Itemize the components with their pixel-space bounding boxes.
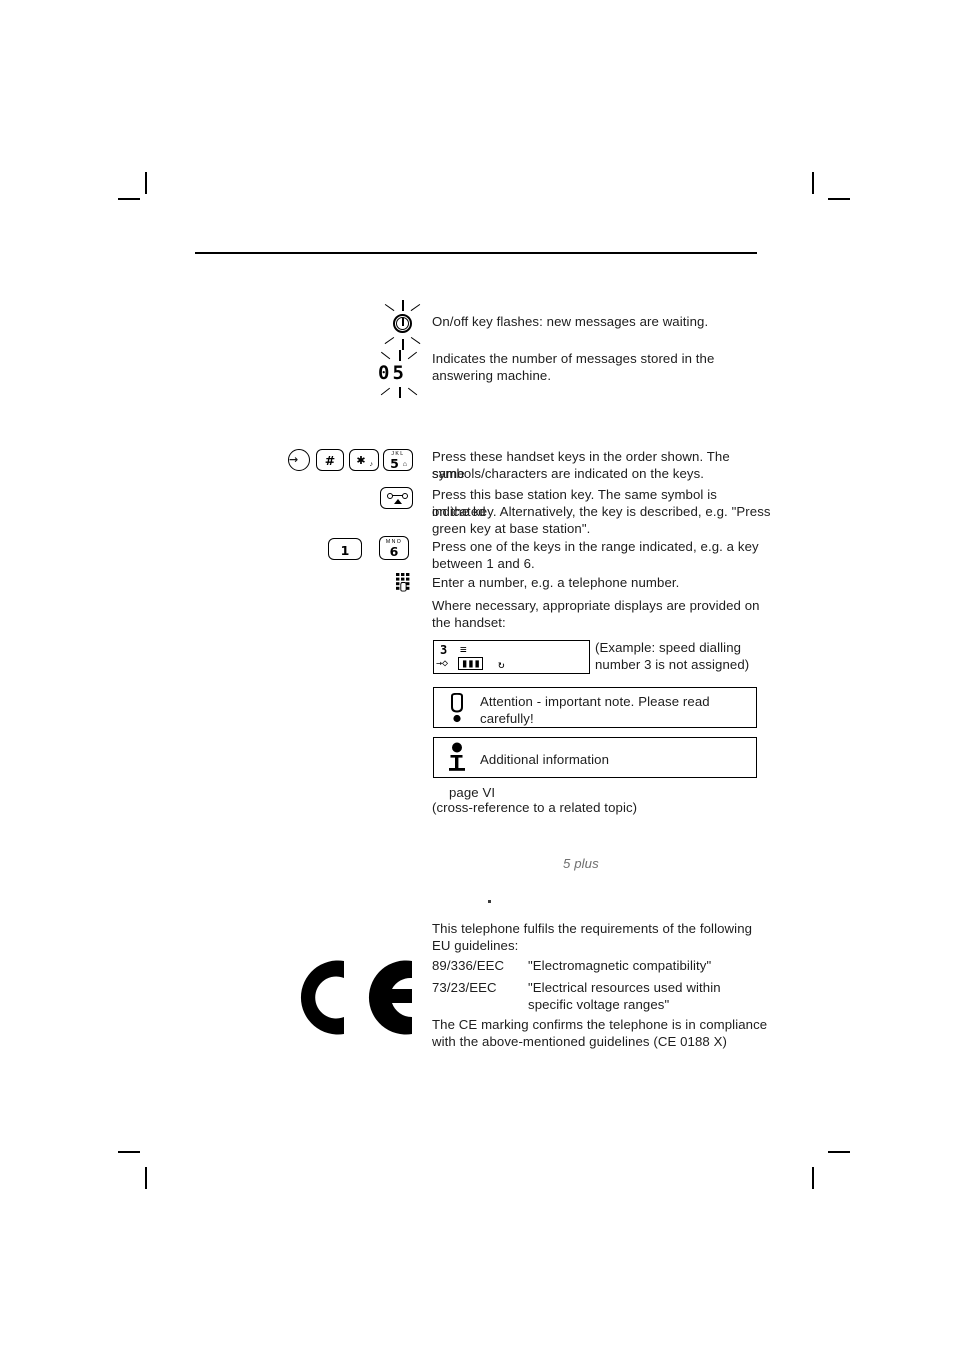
keypad-entry-icon xyxy=(395,572,415,594)
ce-guideline-1-title: "Electromagnetic compatibility" xyxy=(528,958,712,973)
flashing-message-count-icon: 05 xyxy=(375,350,427,398)
crop-mark-bottom-right-horizontal xyxy=(828,1151,850,1153)
header-rule xyxy=(195,252,757,254)
five-key-home-icon: ⌂ xyxy=(402,461,407,468)
display-intro-line-2: the handset: xyxy=(432,615,506,630)
ce-compliance-line-1: The CE marking confirms the telephone is… xyxy=(432,1017,768,1032)
crop-mark-top-left-horizontal xyxy=(118,198,140,200)
hash-key[interactable]: # xyxy=(316,449,344,471)
info-note-text: Additional information xyxy=(480,752,610,767)
display-arrow-icon: →◇ xyxy=(436,658,449,669)
answering-machine-tape xyxy=(392,495,403,497)
one-key-label: 1 xyxy=(340,543,350,558)
handset-keys-text-line-2: symbols/characters are indicated on the … xyxy=(432,466,705,481)
attention-note-line-1: Attention - important note. Please read xyxy=(480,694,710,709)
print-artifact-dot xyxy=(488,900,491,903)
legend-row-2-text-line-2: answering machine. xyxy=(432,368,552,383)
base-station-key-text-line-2: on the key. Alternatively, the key is de… xyxy=(432,504,771,519)
ce-marking-logo xyxy=(300,955,415,1040)
display-example-caption-line-2: number 3 is not assigned) xyxy=(595,657,750,672)
info-note-box: Additional information xyxy=(433,737,757,778)
crop-mark-top-right-horizontal xyxy=(828,198,850,200)
base-station-key-text-line-3: green key at base station". xyxy=(432,521,591,536)
ce-guideline-2-title-line-1: "Electrical resources used within xyxy=(528,980,721,995)
display-speed-dial-number: 3 xyxy=(440,643,448,657)
arrow-in-circle-key-label: → xyxy=(289,453,299,466)
crop-mark-bottom-left-horizontal xyxy=(118,1151,140,1153)
manual-page: On/off key flashes: new messages are wai… xyxy=(0,0,954,1351)
crop-mark-bottom-right-vertical xyxy=(812,1167,814,1189)
display-example-caption-line-1: (Example: speed dialling xyxy=(595,640,742,655)
star-key-music-note-icon: ♪ xyxy=(369,461,374,468)
display-intro-line-1: Where necessary, appropriate displays ar… xyxy=(432,598,760,613)
message-count-value: 05 xyxy=(378,362,407,384)
arrow-in-circle-key[interactable]: → xyxy=(288,449,310,471)
six-key[interactable]: MNO 6 xyxy=(379,536,409,560)
six-key-label: 6 xyxy=(389,544,399,559)
answering-machine-head xyxy=(394,499,402,504)
legend-row-2-text-line-1: Indicates the number of messages stored … xyxy=(432,351,715,366)
crop-mark-bottom-left-vertical xyxy=(145,1167,147,1189)
ce-intro-line-2: EU guidelines: xyxy=(432,938,519,953)
five-key[interactable]: JKL 5 ⌂ xyxy=(383,449,413,471)
range-keys-text-line-2: between 1 and 6. xyxy=(432,556,535,571)
handset-display-example: 3 ≡ →◇ ▮▮▮ ↻ xyxy=(433,640,590,674)
information-i-icon xyxy=(448,742,470,775)
ce-compliance-line-2: with the above-mentioned guidelines (CE … xyxy=(432,1034,727,1049)
ce-guideline-2-code: 73/23/EEC xyxy=(432,980,497,995)
attention-note-box: Attention - important note. Please read … xyxy=(433,687,757,728)
ce-intro-line-1: This telephone fulfils the requirements … xyxy=(432,921,753,936)
cross-reference-description: (cross-reference to a related topic) xyxy=(432,800,638,815)
attention-note-line-2: carefully! xyxy=(480,711,534,726)
ce-guideline-1-code: 89/336/EEC xyxy=(432,958,505,973)
one-key[interactable]: 1 xyxy=(328,538,362,560)
display-standby-icon: ↻ xyxy=(498,658,505,671)
crop-mark-top-left-vertical xyxy=(145,172,147,194)
display-battery-icon: ▮▮▮ xyxy=(458,657,483,670)
hash-key-label: # xyxy=(324,453,336,468)
flashing-power-key-icon xyxy=(381,300,425,350)
star-key[interactable]: ✱ ♪ xyxy=(349,449,379,471)
ce-guideline-2-title-line-2: specific voltage ranges" xyxy=(528,997,670,1012)
crop-mark-top-right-vertical xyxy=(812,172,814,194)
exclamation-mark-icon xyxy=(448,692,466,724)
legend-row-1-text: On/off key flashes: new messages are wai… xyxy=(432,314,709,329)
display-menu-lines-icon: ≡ xyxy=(460,643,467,656)
answering-machine-key-icon[interactable] xyxy=(380,487,413,509)
range-keys-text-line-1: Press one of the keys in the range indic… xyxy=(432,539,759,554)
keypad-entry-text: Enter a number, e.g. a telephone number. xyxy=(432,575,680,590)
page-footer-note: 5 plus xyxy=(563,856,599,871)
